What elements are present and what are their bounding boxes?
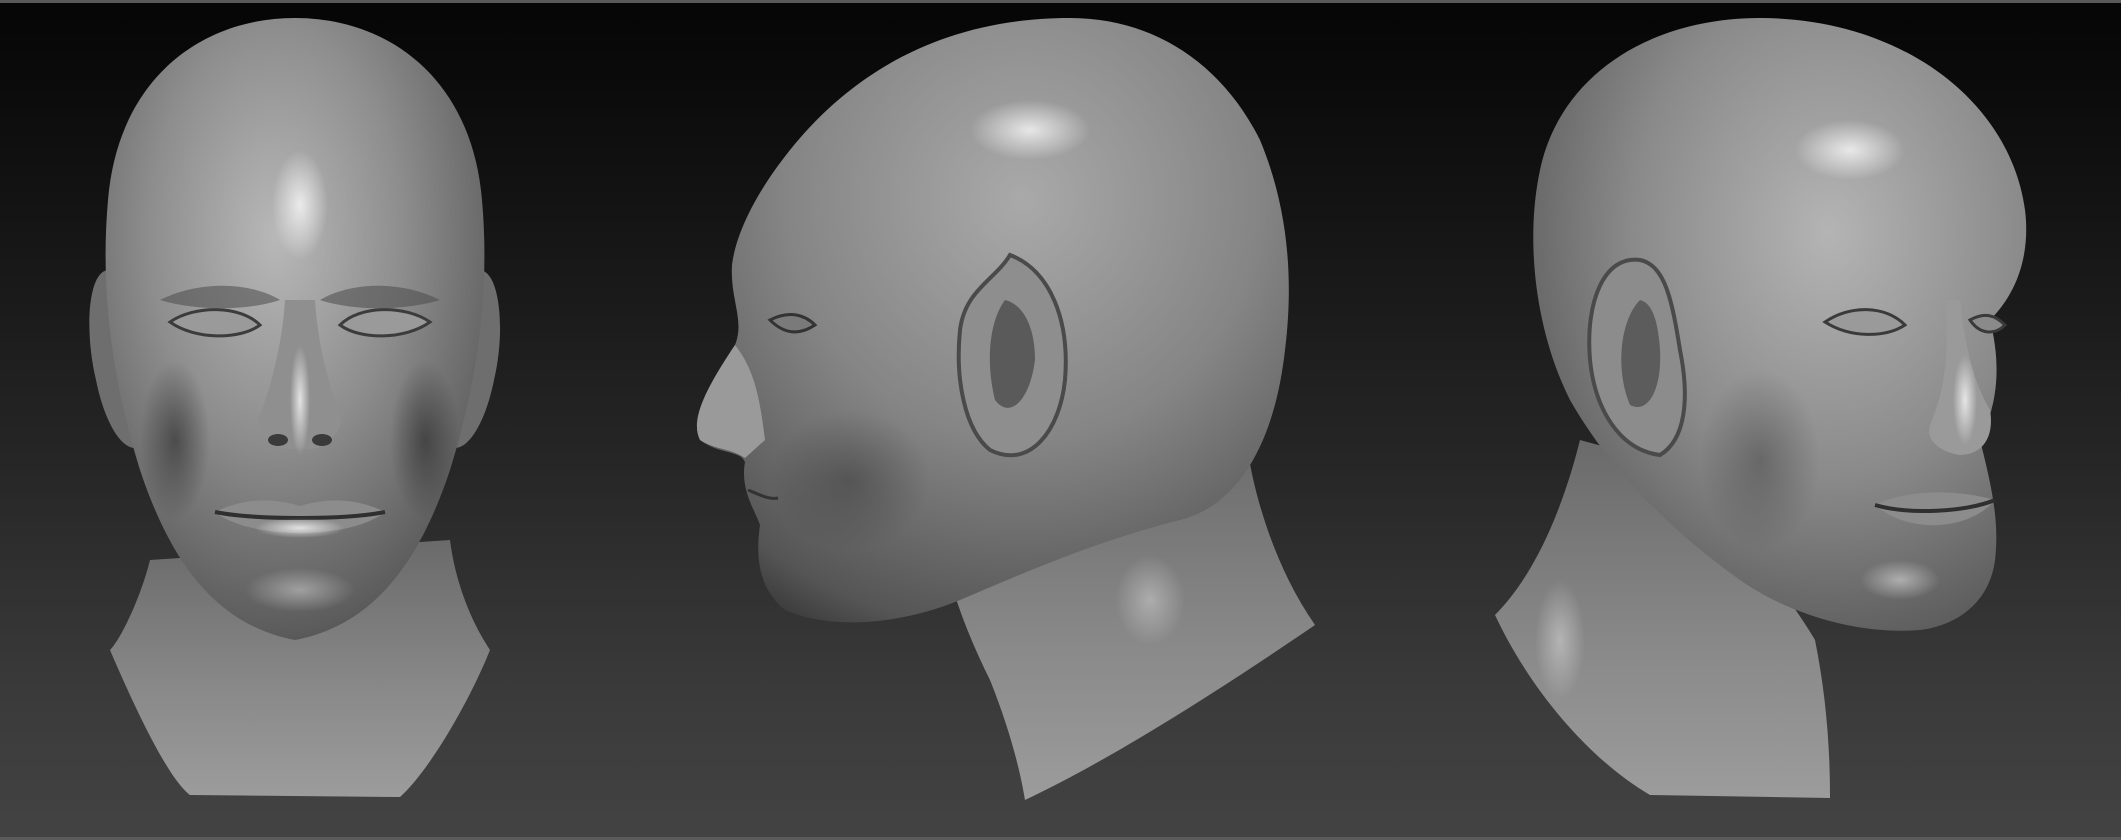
three-quarter-head <box>1495 18 2027 798</box>
render-viewport <box>0 0 2121 840</box>
side-profile-head <box>696 18 1315 800</box>
front-view-head <box>89 18 501 797</box>
sculpt-scene <box>89 18 2027 800</box>
